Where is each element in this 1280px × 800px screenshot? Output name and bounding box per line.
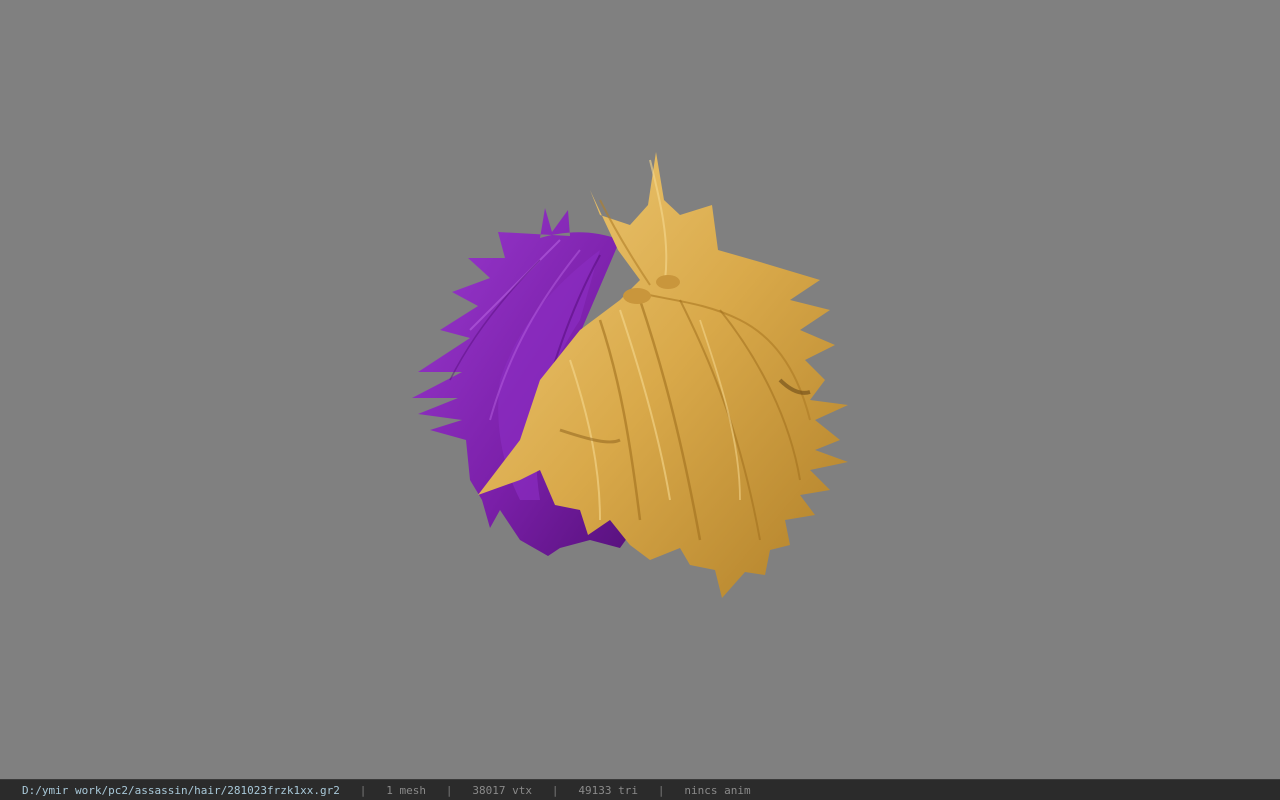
vertex-count-label: 38017 vtx xyxy=(472,783,532,797)
status-bar: D:/ymir work/pc2/assassin/hair/281023frz… xyxy=(0,779,1280,800)
status-separator: | xyxy=(445,783,453,797)
3d-viewport[interactable] xyxy=(0,0,1280,779)
triangle-count-label: 49133 tri xyxy=(578,783,638,797)
hair-model xyxy=(412,152,848,598)
status-separator: | xyxy=(657,783,665,797)
status-separator: | xyxy=(359,783,367,797)
status-separator: | xyxy=(551,783,559,797)
file-path-label: D:/ymir work/pc2/assassin/hair/281023frz… xyxy=(22,783,340,797)
mesh-count-label: 1 mesh xyxy=(386,783,427,797)
anim-status-label: nincs anim xyxy=(684,783,751,797)
